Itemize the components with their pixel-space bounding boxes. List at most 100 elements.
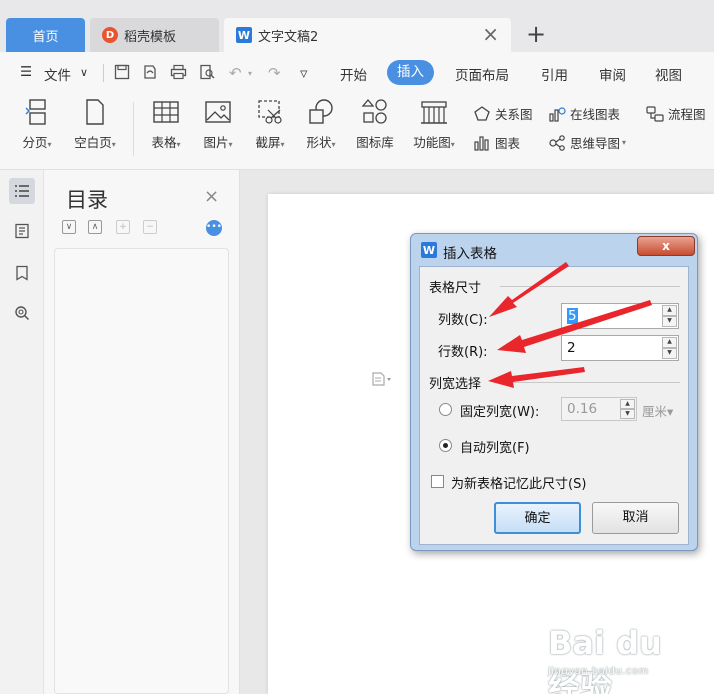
writer-doc-icon: W — [236, 27, 252, 43]
relation-chart-button[interactable]: 关系图 — [473, 104, 533, 123]
mind-map-button[interactable]: 思维导图 ▾ — [548, 133, 626, 152]
redo-icon[interactable]: ↷ — [268, 64, 281, 82]
flowchart-label: 流程图 — [668, 107, 706, 122]
undo-dropdown-icon[interactable]: ▾ — [248, 69, 252, 78]
spin-up-icon[interactable]: ▲ — [662, 305, 677, 316]
icon-library-label: 图标库 — [356, 135, 394, 150]
hamburger-icon[interactable]: ☰ — [20, 64, 32, 80]
dropdown-icon: ▾ — [47, 140, 52, 149]
dropdown-icon: ▾ — [280, 140, 285, 149]
fixed-width-spinner[interactable]: 0.16 ▲ ▼ — [561, 397, 637, 421]
blank-page-label: 空白页 — [74, 135, 112, 150]
width-group-label: 列宽选择 — [429, 377, 482, 392]
flowchart-button[interactable]: 流程图 — [646, 104, 706, 123]
smart-toc-icon[interactable]: ••• — [206, 220, 222, 236]
spin-down-icon[interactable]: ▼ — [662, 348, 677, 359]
columns-spinner[interactable]: 5 ▲ ▼ — [561, 303, 679, 329]
tab-template[interactable]: D 稻壳模板 — [90, 18, 219, 52]
menu-bar: ☰ 文件 ∨ ↶ ▾ ↷ ▿ 开始 插入 页面布局 引用 审阅 视图 — [0, 52, 714, 94]
insert-table-dialog: W 插入表格 x 表格尺寸 列数(C): 5 ▲ ▼ 行数(R): 2 ▲ ▼ 列宽… — [410, 233, 698, 551]
columns-label: 列数(C): — [438, 313, 488, 328]
save-icon[interactable] — [114, 64, 130, 84]
fixed-width-radio[interactable] — [439, 403, 452, 416]
tab-document[interactable]: W 文字文稿2 × — [224, 18, 511, 52]
remove-heading-icon[interactable]: − — [143, 220, 157, 234]
relation-chart-icon — [474, 105, 490, 121]
tab-home[interactable]: 首页 — [6, 18, 85, 52]
ok-button[interactable]: 确定 — [494, 502, 581, 534]
print-icon[interactable] — [170, 64, 187, 84]
tab-home-label: 首页 — [32, 29, 59, 45]
blank-page-button[interactable]: 空白页▾ — [66, 98, 124, 151]
table-icon — [153, 101, 179, 123]
spin-down-icon[interactable]: ▼ — [620, 409, 635, 419]
mind-map-icon — [549, 134, 565, 151]
more-quick-icon[interactable]: ▿ — [300, 64, 308, 82]
function-chart-label: 功能图 — [413, 135, 451, 150]
chevron-down-icon[interactable]: ∨ — [80, 66, 88, 79]
rows-spinner[interactable]: 2 ▲ ▼ — [561, 335, 679, 361]
function-chart-button[interactable]: 功能图▾ — [407, 98, 461, 151]
add-heading-icon[interactable]: + — [116, 220, 130, 234]
menu-insert[interactable]: 插入 — [387, 60, 434, 85]
docer-logo-icon: D — [102, 27, 118, 43]
shape-button[interactable]: 形状▾ — [299, 98, 343, 151]
rows-value: 2 — [567, 340, 576, 356]
dialog-title: 插入表格 — [443, 246, 497, 262]
online-chart-button[interactable]: 在线图表 — [548, 104, 620, 123]
page-break-icon — [25, 99, 46, 125]
icon-library-button[interactable]: 图标库 — [353, 98, 397, 151]
menu-references[interactable]: 引用 — [541, 64, 568, 84]
new-tab-icon[interactable]: + — [526, 20, 546, 48]
paragraph-handle-icon[interactable] — [372, 372, 392, 390]
dropdown-icon: ▾ — [331, 140, 336, 149]
spin-up-icon[interactable]: ▲ — [620, 399, 635, 409]
function-chart-icon — [421, 101, 447, 124]
cancel-button[interactable]: 取消 — [592, 502, 679, 534]
chart-button[interactable]: 图表 — [473, 133, 520, 152]
remember-size-checkbox[interactable] — [431, 475, 444, 488]
menu-start[interactable]: 开始 — [340, 64, 367, 84]
export-pdf-icon[interactable] — [142, 64, 158, 84]
unit-select[interactable]: 厘米▾ — [642, 401, 673, 420]
toc-nav-icon[interactable] — [9, 178, 35, 204]
close-toc-icon[interactable]: × — [204, 186, 219, 207]
spin-up-icon[interactable]: ▲ — [662, 337, 677, 348]
fixed-width-value: 0.16 — [567, 401, 598, 417]
expand-level-icon[interactable]: ∧ — [88, 220, 102, 234]
picture-icon — [205, 101, 231, 123]
dialog-titlebar[interactable]: W 插入表格 x — [411, 234, 697, 264]
dialog-close-button[interactable]: x — [637, 236, 695, 256]
menu-page-layout[interactable]: 页面布局 — [455, 64, 509, 84]
menu-separator — [103, 64, 104, 82]
icon-library-icon — [361, 98, 387, 124]
group-divider — [500, 286, 680, 287]
columns-spin-buttons: ▲ ▼ — [662, 305, 677, 327]
online-chart-label: 在线图表 — [570, 107, 621, 122]
find-nav-icon[interactable] — [9, 300, 35, 326]
mind-map-label: 思维导图 — [570, 136, 621, 151]
picture-button[interactable]: 图片▾ — [196, 98, 240, 151]
spin-down-icon[interactable]: ▼ — [662, 316, 677, 327]
menu-review[interactable]: 审阅 — [599, 64, 626, 84]
menu-view[interactable]: 视图 — [655, 64, 682, 84]
bookmark-nav-icon[interactable] — [9, 260, 35, 286]
flowchart-icon — [646, 105, 664, 122]
collapse-level-icon[interactable]: ∨ — [62, 220, 76, 234]
shape-label: 形状 — [306, 135, 332, 150]
tab-template-label: 稻壳模板 — [124, 29, 177, 45]
toc-list[interactable] — [54, 248, 229, 694]
table-button[interactable]: 表格▾ — [144, 98, 188, 151]
chart-label: 图表 — [495, 136, 521, 151]
screenshot-button[interactable]: 截屏▾ — [248, 98, 292, 151]
menu-file[interactable]: 文件 — [44, 64, 71, 84]
undo-icon[interactable]: ↶ — [229, 64, 242, 82]
print-preview-icon[interactable] — [199, 64, 216, 84]
close-tab-icon[interactable]: × — [482, 24, 499, 44]
dropdown-icon: ▾ — [228, 140, 233, 149]
chapter-nav-icon[interactable] — [9, 218, 35, 244]
auto-width-radio[interactable] — [439, 439, 452, 452]
page-break-button[interactable]: 分页▾ — [16, 98, 58, 151]
ribbon-separator — [133, 102, 134, 156]
left-sidebar — [0, 170, 44, 694]
